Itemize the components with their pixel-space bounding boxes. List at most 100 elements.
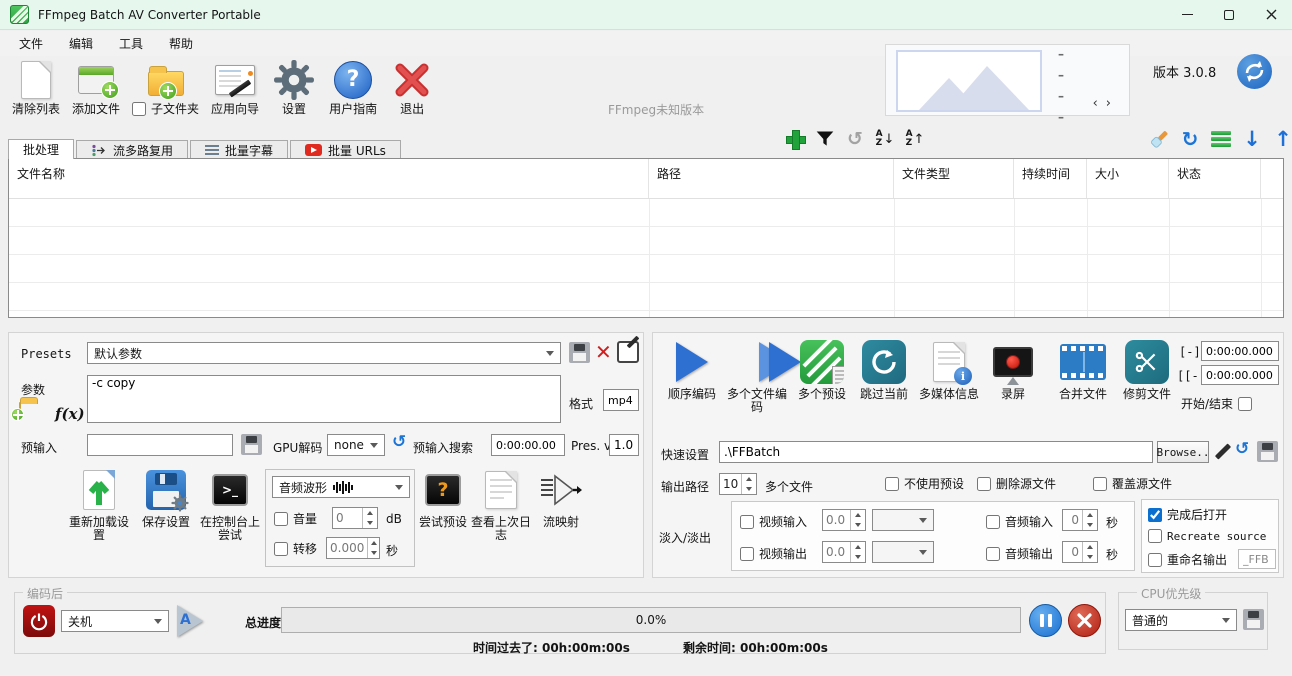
- file-list-empty[interactable]: [9, 199, 1283, 317]
- pause-button[interactable]: [1029, 604, 1062, 637]
- settings-button[interactable]: 设置: [265, 56, 323, 118]
- spin-up[interactable]: [851, 542, 865, 552]
- save-priority-button[interactable]: [1243, 609, 1264, 633]
- edit-preset-button[interactable]: [617, 341, 639, 366]
- audio-waveform-select[interactable]: 音频波形: [272, 476, 410, 498]
- close-button[interactable]: [1250, 0, 1292, 30]
- overwrite-source-checkbox[interactable]: 覆盖源文件: [1093, 475, 1172, 492]
- stop-button[interactable]: [1068, 604, 1101, 637]
- no-preset-checkbox[interactable]: 不使用预设: [885, 475, 964, 492]
- delete-preset-button[interactable]: ✕: [595, 342, 612, 362]
- fx-variables-button[interactable]: f(x): [55, 405, 85, 423]
- view-last-log-button[interactable]: 查看上次日志: [469, 467, 533, 542]
- audio-fade-out-spinner[interactable]: 0: [1062, 541, 1098, 563]
- spin-up[interactable]: [742, 474, 756, 484]
- start-end-checkbox[interactable]: 开始/结束: [1181, 395, 1252, 412]
- menu-tools[interactable]: 工具: [106, 31, 156, 56]
- edit-path-button[interactable]: [1213, 441, 1233, 464]
- video-fade-out-checkbox-input[interactable]: [740, 547, 754, 561]
- rename-suffix-input[interactable]: [1238, 549, 1276, 569]
- screen-record-button[interactable]: 录屏: [985, 339, 1041, 401]
- shift-spinner[interactable]: 0.000: [326, 537, 380, 559]
- output-folder-input[interactable]: [719, 441, 1153, 463]
- preset-version-input[interactable]: [609, 434, 639, 456]
- trim-end-input[interactable]: [1201, 365, 1279, 385]
- reset-path-button[interactable]: ↺: [1235, 439, 1249, 459]
- trim-files-button[interactable]: 修剪文件: [1121, 339, 1173, 401]
- user-guide-button[interactable]: ? 用户指南: [323, 56, 383, 118]
- format-input[interactable]: [603, 389, 639, 411]
- spin-up[interactable]: [1083, 510, 1097, 520]
- audio-fade-out-checkbox-input[interactable]: [986, 547, 1000, 561]
- try-preset-button[interactable]: ? 尝试预设: [417, 467, 469, 529]
- after-encode-action-select[interactable]: 关机: [61, 610, 169, 632]
- refresh-list-button[interactable]: ↻: [1177, 126, 1203, 152]
- spin-down[interactable]: [1083, 552, 1097, 562]
- auto-shutdown-button[interactable]: A: [177, 605, 203, 640]
- video-fade-out-type-select[interactable]: [872, 541, 934, 563]
- check-update-button[interactable]: [1237, 54, 1272, 89]
- column-header-filename[interactable]: 文件名称: [9, 159, 649, 198]
- gpu-decode-select[interactable]: none: [327, 434, 385, 456]
- preinput-input[interactable]: [87, 434, 233, 456]
- audio-fade-in-spinner[interactable]: 0: [1062, 509, 1098, 531]
- delete-source-checkbox-input[interactable]: [977, 477, 991, 491]
- recreate-source-checkbox[interactable]: Recreate source: [1148, 529, 1266, 543]
- browse-button[interactable]: Browse..: [1157, 441, 1209, 463]
- add-folder-param-button[interactable]: [19, 403, 21, 417]
- save-preset-button[interactable]: [569, 342, 590, 366]
- join-files-button[interactable]: 合并文件: [1053, 339, 1113, 401]
- video-fade-out-checkbox[interactable]: 视频输出: [740, 545, 807, 562]
- open-when-done-checkbox-input[interactable]: [1148, 508, 1162, 522]
- menu-file[interactable]: 文件: [6, 31, 56, 56]
- spin-up[interactable]: [1083, 542, 1097, 552]
- start-end-checkbox-input[interactable]: [1238, 397, 1252, 411]
- audio-fade-in-checkbox-input[interactable]: [986, 515, 1000, 529]
- video-fade-out-spinner[interactable]: 0.0: [822, 541, 866, 563]
- audio-fade-out-checkbox[interactable]: 音频输出: [986, 545, 1053, 562]
- column-header-path[interactable]: 路径: [649, 159, 894, 198]
- column-header-type[interactable]: 文件类型: [894, 159, 1014, 198]
- params-textarea[interactable]: -c copy: [87, 375, 561, 423]
- clear-list-button[interactable]: 清除列表: [6, 56, 66, 118]
- spin-up[interactable]: [368, 538, 379, 548]
- spin-down[interactable]: [851, 552, 865, 562]
- stream-map-button[interactable]: 流映射: [533, 467, 589, 529]
- clean-names-button[interactable]: [1146, 126, 1172, 152]
- delete-source-checkbox[interactable]: 删除源文件: [977, 475, 1056, 492]
- no-preset-checkbox-input[interactable]: [885, 477, 899, 491]
- save-path-button[interactable]: [1257, 441, 1278, 465]
- multi-preset-button[interactable]: 多个预设: [793, 339, 851, 401]
- video-fade-in-checkbox[interactable]: 视频输入: [740, 513, 807, 530]
- spin-up[interactable]: [851, 510, 865, 520]
- maximize-button[interactable]: [1208, 0, 1250, 30]
- video-fade-in-spinner[interactable]: 0.0: [822, 509, 866, 531]
- spin-down[interactable]: [742, 484, 756, 494]
- minimize-button[interactable]: [1166, 0, 1208, 30]
- sort-asc-button[interactable]: AZ↓: [872, 126, 898, 152]
- filter-button[interactable]: [812, 126, 838, 152]
- multi-file-encode-button[interactable]: 多个文件编码: [725, 339, 789, 414]
- multi-count-spinner[interactable]: 10: [719, 473, 757, 495]
- video-fade-in-type-select[interactable]: [872, 509, 934, 531]
- reload-settings-button[interactable]: 重新加载设置: [65, 467, 133, 542]
- save-settings-button[interactable]: 保存设置: [137, 467, 195, 529]
- shift-checkbox-input[interactable]: [274, 542, 288, 556]
- sort-desc-button[interactable]: AZ↑: [902, 126, 928, 152]
- spin-down[interactable]: [368, 548, 379, 558]
- exit-button[interactable]: 退出: [383, 56, 441, 118]
- tab-batch-subtitles[interactable]: 批量字幕: [190, 140, 288, 159]
- file-table[interactable]: 文件名称 路径 文件类型 持续时间 大小 状态: [8, 158, 1284, 318]
- subfolders-checkbox-input[interactable]: [132, 102, 146, 116]
- audio-fade-in-checkbox[interactable]: 音频输入: [986, 513, 1053, 530]
- spin-down[interactable]: [363, 518, 377, 528]
- open-when-done-checkbox[interactable]: 完成后打开: [1148, 506, 1227, 523]
- volume-checkbox-input[interactable]: [274, 512, 288, 526]
- recreate-source-checkbox-input[interactable]: [1148, 529, 1162, 543]
- add-files-button[interactable]: 添加文件: [66, 56, 126, 118]
- spin-down[interactable]: [851, 520, 865, 530]
- menu-edit[interactable]: 编辑: [56, 31, 106, 56]
- preinput-search-button[interactable]: ↺: [392, 432, 406, 452]
- try-console-button[interactable]: >_ 在控制台上尝试: [195, 467, 265, 542]
- preinput-search-time[interactable]: [491, 434, 565, 456]
